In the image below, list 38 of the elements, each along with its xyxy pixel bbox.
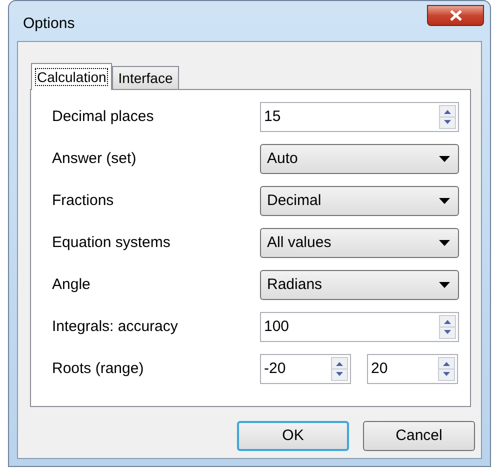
setting-label: Fractions: [52, 190, 115, 211]
setting-label: Equation systems: [52, 232, 172, 253]
dropdown[interactable]: All values: [260, 228, 459, 258]
number-field[interactable]: 15: [260, 102, 459, 132]
field-value: 100: [264, 316, 290, 337]
setting-label: Roots (range): [52, 358, 145, 379]
caret-icon: [439, 282, 450, 288]
dropdown[interactable]: Auto: [260, 144, 459, 174]
caret-icon: [439, 156, 450, 162]
spinner-icon[interactable]: [331, 357, 348, 381]
setting-label: Decimal places: [52, 106, 155, 127]
setting-label: Integrals: accuracy: [52, 316, 179, 337]
number-field[interactable]: -20: [260, 354, 351, 384]
close-icon: [450, 10, 462, 21]
number-field[interactable]: 100: [260, 312, 459, 342]
setting-label: Angle: [52, 274, 92, 295]
caret-icon: [439, 198, 450, 204]
spinner-icon[interactable]: [438, 357, 455, 381]
field-value: 15: [264, 106, 281, 127]
close-button[interactable]: [427, 5, 484, 26]
dropdown[interactable]: Decimal: [260, 186, 459, 216]
dialog-button[interactable]: Cancel: [363, 421, 475, 451]
number-field[interactable]: 20: [367, 354, 458, 384]
tab[interactable]: Calculation: [31, 63, 112, 90]
tab[interactable]: Interface: [112, 66, 179, 89]
dialog-button[interactable]: OK: [237, 421, 349, 451]
field-value: 20: [371, 358, 388, 379]
dropdown-value: Decimal: [267, 190, 322, 211]
dropdown-value: Radians: [267, 274, 322, 295]
dropdown[interactable]: Radians: [260, 270, 459, 300]
spinner-icon[interactable]: [439, 105, 456, 129]
dropdown-value: Auto: [267, 148, 298, 169]
dropdown-value: All values: [267, 232, 332, 253]
caret-icon: [439, 240, 450, 246]
spinner-icon[interactable]: [439, 315, 456, 339]
window-title: Options: [23, 14, 75, 34]
setting-label: Answer (set): [52, 148, 138, 169]
field-value: -20: [264, 358, 286, 379]
